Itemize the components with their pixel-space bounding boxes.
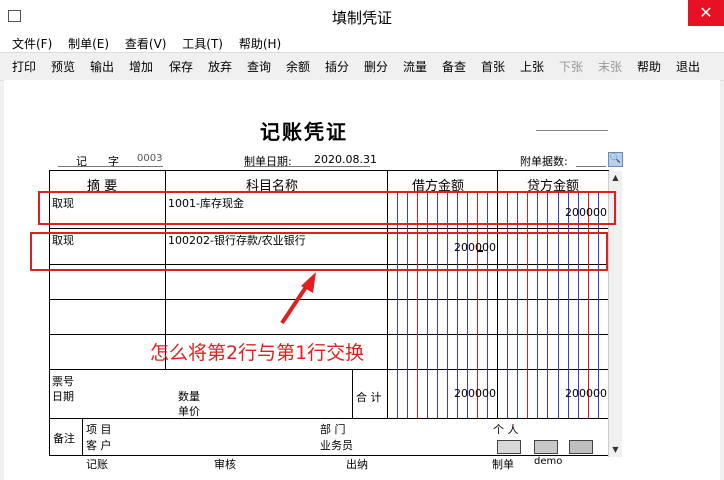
- annotation-arrow: [280, 272, 316, 325]
- annotation-text: 怎么将第2行与第1行交换: [150, 342, 365, 364]
